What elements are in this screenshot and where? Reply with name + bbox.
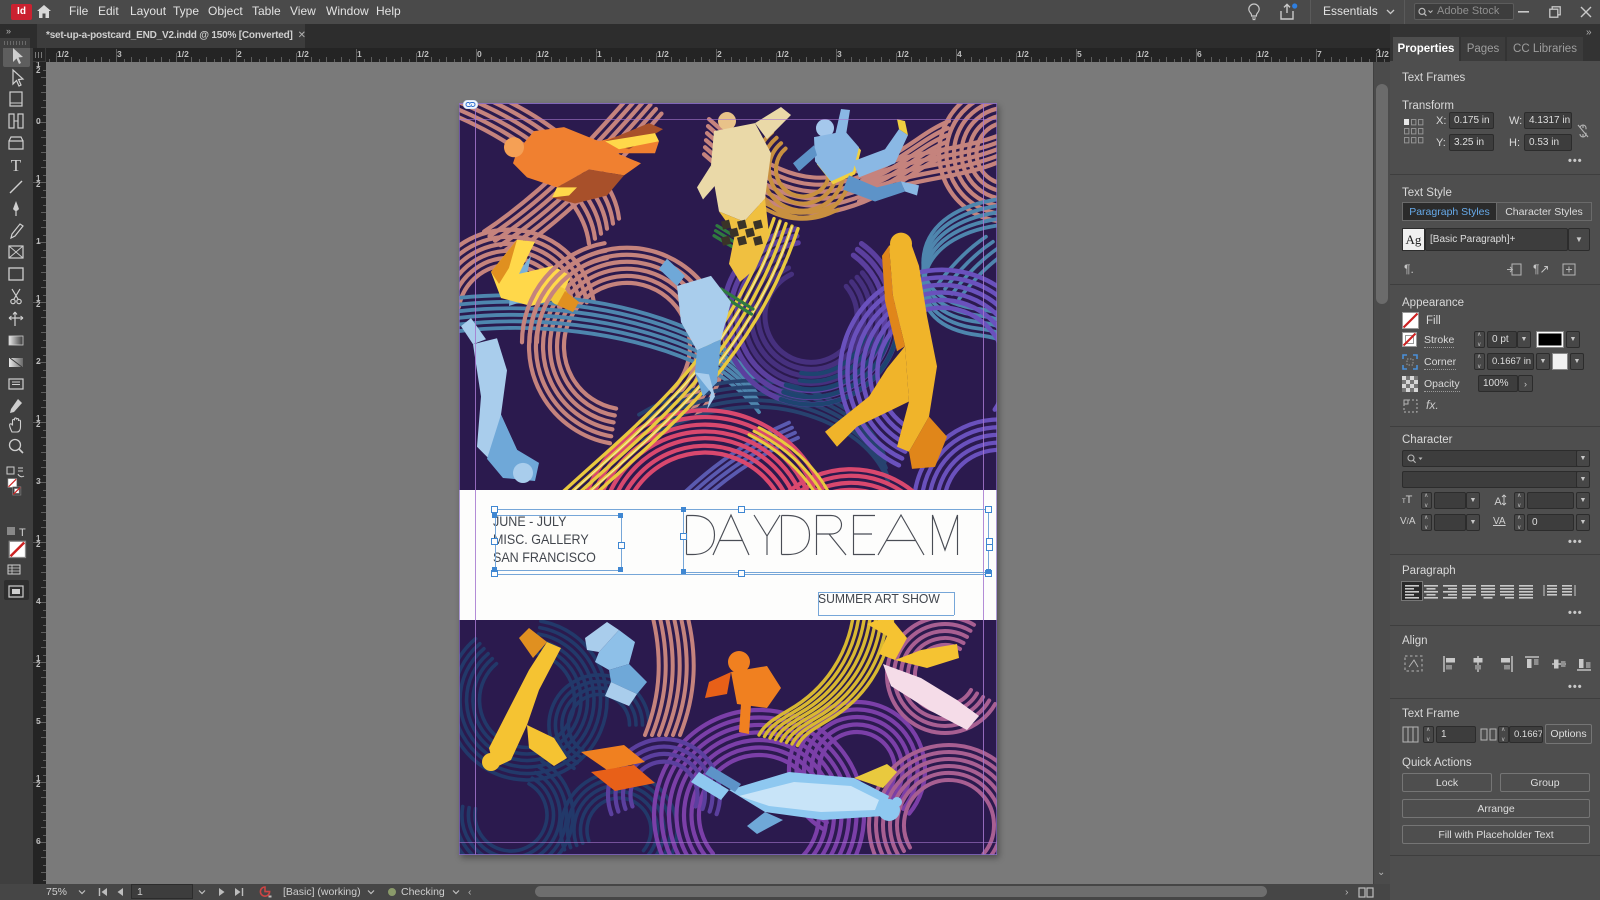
svg-text:T: T xyxy=(11,156,22,175)
svg-text:A: A xyxy=(1494,496,1502,508)
svg-text:T: T xyxy=(19,527,26,539)
